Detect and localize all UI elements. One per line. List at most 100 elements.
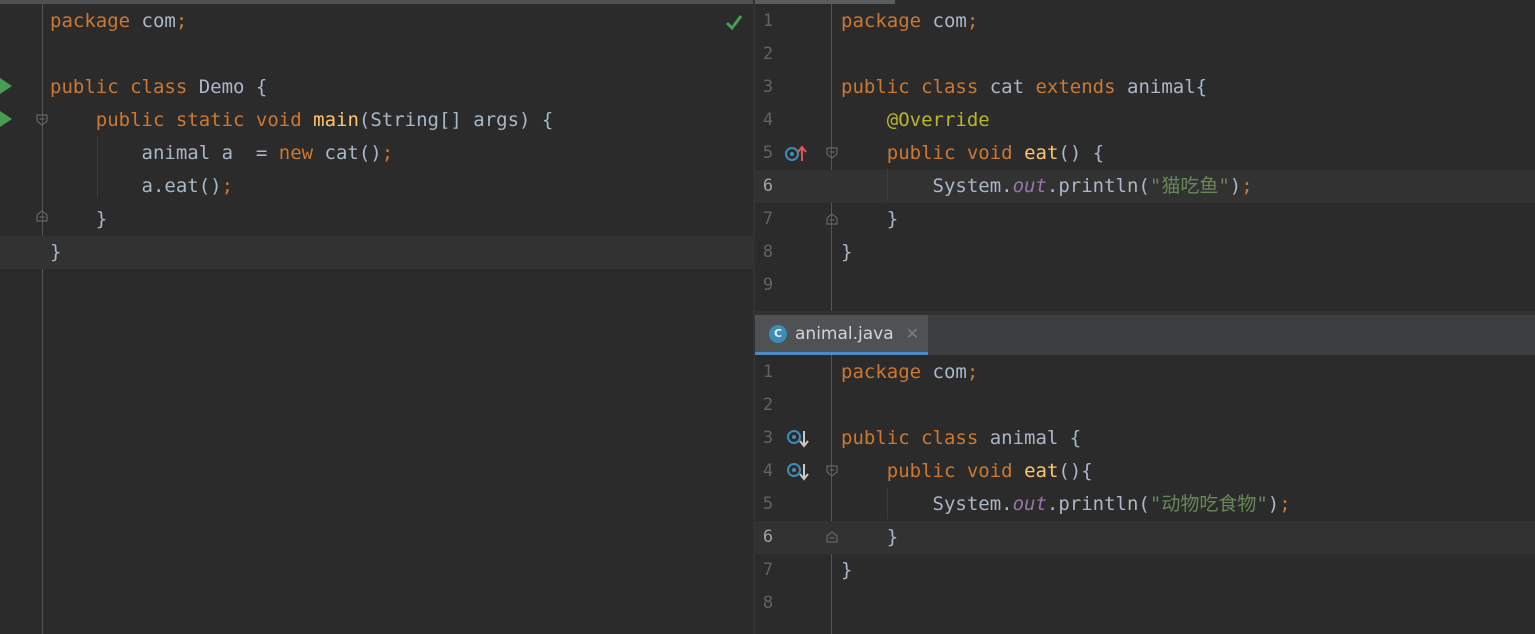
- java-class-icon: C: [769, 324, 787, 343]
- code-line[interactable]: 8: [755, 587, 1535, 620]
- code-line[interactable]: 5 System.out.println("动物吃食物");: [755, 488, 1535, 521]
- line-number: 4: [762, 461, 774, 481]
- indent-guide: [887, 487, 888, 519]
- code-token: .println(: [1046, 493, 1150, 515]
- code-token: "猫吃鱼": [1149, 175, 1230, 197]
- code-token: com: [921, 10, 967, 32]
- code-token: }: [841, 559, 853, 581]
- cat-editor[interactable]: 1 package com; 2 3 public class cat extends …: [755, 4, 1535, 311]
- code-line[interactable]: 5 public void eat() {: [755, 137, 1535, 170]
- code-line[interactable]: 2: [755, 38, 1535, 71]
- code-text: }: [50, 203, 107, 236]
- code-line[interactable]: }: [0, 236, 755, 269]
- code-line[interactable]: 7 }: [755, 203, 1535, 236]
- code-token: ;: [221, 175, 234, 197]
- code-line[interactable]: 8}: [755, 236, 1535, 269]
- code-line[interactable]: 3 public class animal {: [755, 422, 1535, 455]
- code-line[interactable]: 9: [755, 269, 1535, 302]
- code-token: public class: [841, 76, 979, 98]
- code-token: (){: [1058, 460, 1093, 482]
- code-text: public class Demo {: [50, 71, 267, 104]
- code-token: ): [1229, 175, 1242, 197]
- code-token: new: [278, 142, 314, 164]
- code-token: eat: [1024, 460, 1059, 482]
- code-token: package: [841, 361, 922, 383]
- code-token: a.eat(): [50, 175, 222, 197]
- line-number: 8: [762, 593, 774, 613]
- code-line[interactable]: 6 }: [755, 521, 1535, 554]
- code-token: out: [1012, 493, 1047, 515]
- overrides-method-icon[interactable]: [785, 145, 807, 163]
- line-number: 8: [762, 242, 774, 262]
- line-number: 2: [762, 44, 774, 64]
- implemented-class-icon[interactable]: [787, 429, 809, 449]
- fold-end-icon[interactable]: [826, 213, 838, 225]
- code-line[interactable]: public class Demo {: [0, 71, 755, 104]
- overridden-method-icon[interactable]: [787, 462, 809, 482]
- code-token: out: [1012, 175, 1047, 197]
- code-line[interactable]: 6 System.out.println("猫吃鱼");: [755, 170, 1535, 203]
- code-token: ;: [966, 10, 979, 32]
- code-line[interactable]: a.eat();: [0, 170, 755, 203]
- tab-label: animal.java: [795, 323, 894, 344]
- code-token: }: [841, 526, 899, 548]
- code-token: }: [50, 208, 108, 230]
- code-line[interactable]: public static void main(String[] args) {: [0, 104, 755, 137]
- line-number: 3: [762, 428, 774, 448]
- fold-end-icon[interactable]: [36, 210, 48, 222]
- code-text: animal a = new cat();: [50, 137, 394, 170]
- line-number: 6: [762, 176, 774, 196]
- code-token: @Override: [886, 109, 990, 131]
- code-token: com: [921, 361, 967, 383]
- line-number: 5: [762, 494, 774, 514]
- code-token: }: [50, 241, 62, 263]
- fold-start-icon[interactable]: [36, 114, 48, 126]
- tab-animal-java[interactable]: C animal.java ✕: [755, 315, 928, 355]
- code-token: public void: [886, 460, 1013, 482]
- run-main-icon[interactable]: [0, 111, 12, 127]
- fold-end-icon[interactable]: [826, 531, 838, 543]
- line-number: 6: [762, 527, 774, 547]
- code-line[interactable]: 2: [755, 389, 1535, 422]
- demo-editor[interactable]: package com; public class Demo { public s…: [0, 4, 755, 634]
- code-token: System.: [841, 493, 1013, 515]
- code-text: public static void main(String[] args) {: [50, 104, 554, 137]
- code-line[interactable]: 1 package com;: [755, 356, 1535, 389]
- code-line[interactable]: }: [0, 203, 755, 236]
- run-class-icon[interactable]: [0, 78, 12, 94]
- fold-start-icon[interactable]: [826, 147, 838, 159]
- line-number: 3: [762, 77, 774, 97]
- code-token: com: [130, 10, 176, 32]
- code-line[interactable]: 3 public class cat extends animal{: [755, 71, 1535, 104]
- code-token: animal{: [1115, 76, 1208, 98]
- code-line[interactable]: 4 public void eat(){: [755, 455, 1535, 488]
- code-line[interactable]: [0, 38, 755, 71]
- code-text: public void eat() {: [841, 137, 1104, 170]
- code-line[interactable]: 4 @Override: [755, 104, 1535, 137]
- line-number: 4: [762, 110, 774, 130]
- indent-guide: [97, 136, 98, 198]
- code-line[interactable]: animal a = new cat();: [0, 137, 755, 170]
- code-token: ;: [381, 142, 394, 164]
- code-token: public class: [841, 427, 979, 449]
- close-tab-icon[interactable]: ✕: [906, 324, 919, 343]
- code-token: package: [841, 10, 922, 32]
- code-text: public class cat extends animal{: [841, 71, 1207, 104]
- no-problems-check-icon[interactable]: [725, 14, 743, 30]
- code-text: }: [841, 521, 898, 554]
- code-token: }: [841, 241, 853, 263]
- code-line[interactable]: 7}: [755, 554, 1535, 587]
- code-token: (String[] args) {: [358, 109, 554, 131]
- code-line[interactable]: 1 package com;: [755, 5, 1535, 38]
- code-token: package: [50, 10, 131, 32]
- line-number: 1: [762, 362, 774, 382]
- code-line[interactable]: package com;: [0, 5, 755, 38]
- code-token: animal {: [978, 427, 1082, 449]
- code-token: cat: [978, 76, 1036, 98]
- animal-editor[interactable]: 1 package com; 2 3 public class animal {4 pu…: [755, 355, 1535, 634]
- fold-start-icon[interactable]: [826, 465, 838, 477]
